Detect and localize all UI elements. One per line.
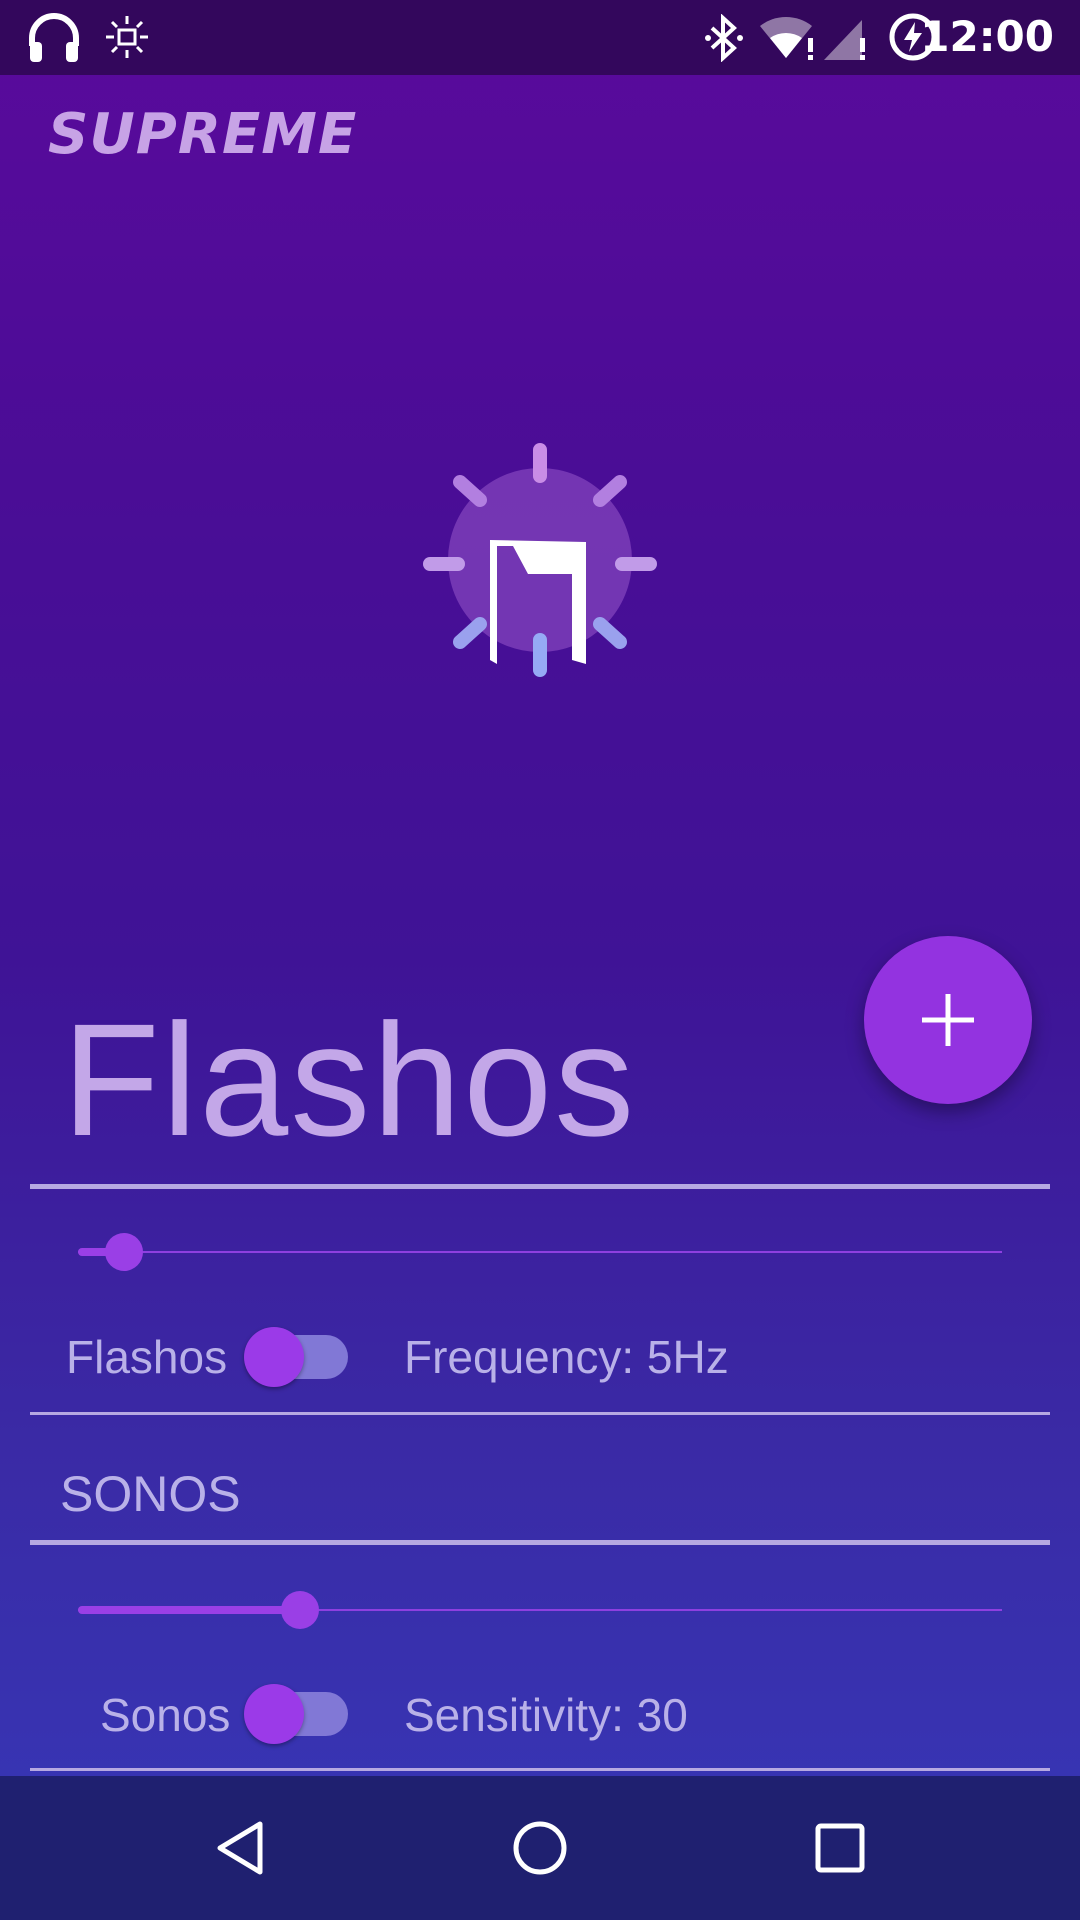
add-fab-button[interactable]: [864, 936, 1032, 1104]
flashos-heading: Flashos: [62, 990, 637, 1169]
frequency-readout: Frequency: 5Hz: [404, 1331, 729, 1383]
sonos-toggle-switch[interactable]: [244, 1683, 350, 1745]
sensitivity-readout: Sensitivity: 30: [404, 1689, 688, 1741]
slider-thumb[interactable]: [105, 1233, 143, 1271]
sonos-toggle-label: Sonos: [100, 1689, 231, 1741]
recents-square-icon: [815, 1823, 865, 1873]
brightness-icon: [106, 16, 148, 58]
app-title: SUPREME: [48, 102, 358, 167]
slider-fill: [78, 1606, 300, 1614]
flashos-toggle-label: Flashos: [66, 1331, 228, 1383]
back-triangle-icon: [217, 1821, 263, 1875]
headphones-icon: [29, 13, 79, 62]
app-screen: 12:00 SUPREME Flashos Flashos Frequency:…: [0, 0, 1080, 1920]
wifi-alert-icon: [760, 16, 813, 60]
flashos-row-divider: [30, 1412, 1050, 1415]
switch-thumb: [244, 1327, 304, 1387]
home-circle-icon: [513, 1821, 567, 1875]
slider-track: [78, 1251, 1002, 1253]
status-bar: 12:00: [0, 0, 1080, 75]
signal-alert-icon: [824, 20, 865, 60]
plus-icon: [922, 994, 974, 1046]
status-time: 12:00: [920, 12, 1054, 61]
switch-thumb: [244, 1684, 304, 1744]
navigation-bar: [0, 1776, 1080, 1920]
sonos-section-label: SONOS: [60, 1466, 241, 1522]
home-button[interactable]: [488, 1796, 592, 1900]
flash-logo-icon: [423, 443, 657, 677]
sonos-slider[interactable]: [78, 1590, 1002, 1630]
sonos-heading-divider: [30, 1540, 1050, 1545]
flashos-slider[interactable]: [78, 1232, 1002, 1272]
flashos-heading-divider: [30, 1184, 1050, 1189]
flashos-toggle-switch[interactable]: [244, 1326, 350, 1388]
back-button[interactable]: [188, 1796, 292, 1900]
slider-thumb[interactable]: [281, 1591, 319, 1629]
bluetooth-icon: [705, 14, 743, 62]
sonos-row-divider: [30, 1768, 1050, 1771]
recents-button[interactable]: [788, 1796, 892, 1900]
